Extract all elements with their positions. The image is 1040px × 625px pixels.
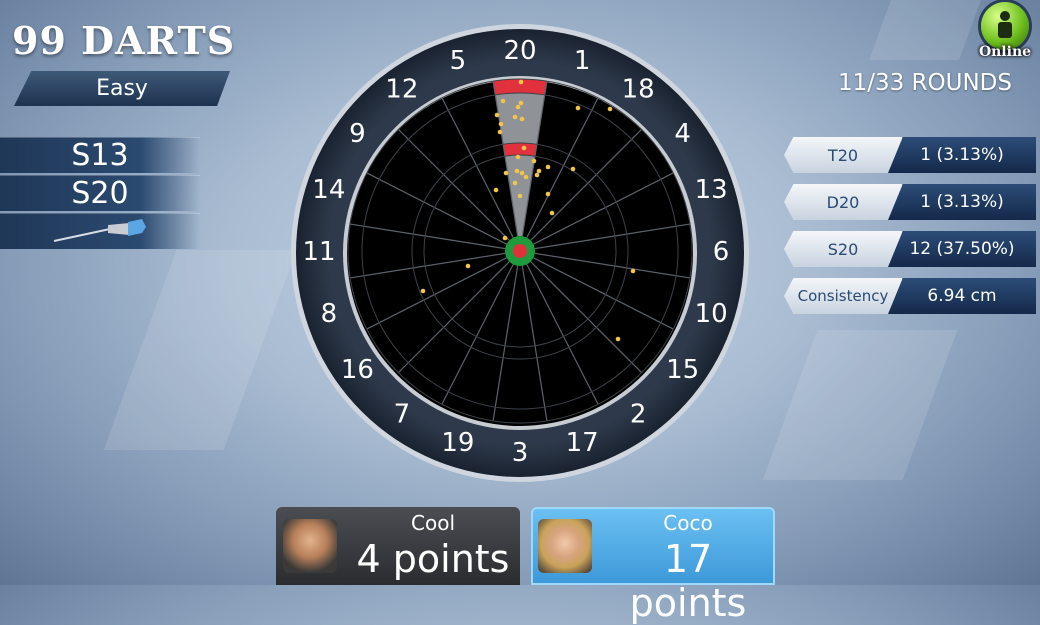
dart-hit-marker — [494, 112, 500, 118]
dart-hit-marker — [502, 235, 508, 241]
throw-slot-1: S13 — [0, 137, 200, 173]
board-number-20: 20 — [503, 36, 536, 66]
dart-hit-marker — [570, 166, 576, 172]
board-number-19: 19 — [441, 428, 474, 458]
bullseye — [513, 244, 527, 258]
stat-row-s20: S20 12 (37.50%) — [784, 231, 1036, 267]
stat-value: 1 (3.13%) — [888, 184, 1036, 220]
dart-hit-marker — [545, 191, 551, 197]
board-number-12: 12 — [385, 74, 418, 104]
dart-hit-marker — [518, 100, 524, 106]
dart-hit-marker — [523, 174, 529, 180]
board-number-4: 4 — [674, 119, 691, 149]
player-name: Coco — [663, 511, 713, 535]
dart-icon — [53, 218, 146, 242]
background-shape — [869, 0, 981, 60]
stat-label: S20 — [784, 231, 902, 267]
dart-hit-marker — [517, 193, 523, 199]
board-number-6: 6 — [713, 237, 730, 267]
board-number-18: 18 — [622, 74, 655, 104]
dart-hit-marker — [515, 104, 521, 110]
player-card-coco: Coco 17 points — [531, 507, 775, 625]
dart-hit-marker — [420, 288, 426, 294]
online-button[interactable]: Online — [976, 2, 1034, 60]
online-label: Online — [978, 44, 1032, 60]
dart-hit-marker — [465, 263, 471, 269]
avatar — [283, 519, 337, 573]
board-number-2: 2 — [630, 400, 647, 430]
online-globe-icon — [981, 2, 1029, 50]
difficulty-label: Easy — [14, 71, 230, 106]
stat-row-t20: T20 1 (3.13%) — [784, 137, 1036, 173]
stat-value: 6.94 cm — [888, 278, 1036, 314]
rounds-counter: 11/33 ROUNDS — [837, 70, 1012, 96]
dart-hit-marker — [607, 106, 613, 112]
stat-label: T20 — [784, 137, 902, 173]
dart-hit-marker — [512, 114, 518, 120]
board-number-9: 9 — [349, 119, 366, 149]
dart-hit-marker — [521, 145, 527, 151]
dart-hit-marker — [514, 168, 520, 174]
dart-hit-marker — [512, 180, 518, 186]
board-number-17: 17 — [566, 428, 599, 458]
dart-hit-marker — [531, 158, 537, 164]
board-number-14: 14 — [312, 175, 345, 205]
stat-value: 12 (37.50%) — [888, 231, 1036, 267]
board-number-8: 8 — [321, 299, 338, 329]
dartboard[interactable]: 20 1 18 4 13 6 10 15 2 17 3 19 7 16 8 11 14 9 12 5 — [290, 23, 750, 487]
dart-hit-marker — [518, 79, 524, 85]
dart-hit-marker — [545, 164, 551, 170]
dart-hit-marker — [493, 187, 499, 193]
board-number-5: 5 — [450, 46, 467, 76]
board-number-7: 7 — [394, 400, 411, 430]
stat-label: Consistency — [784, 278, 902, 314]
throw-slot-3 — [0, 213, 200, 249]
dart-hit-marker — [497, 129, 503, 135]
background-shape — [762, 330, 958, 480]
stat-row-consistency: Consistency 6.94 cm — [784, 278, 1036, 314]
stat-label: D20 — [784, 184, 902, 220]
dart-hit-marker — [500, 98, 506, 104]
board-number-11: 11 — [302, 237, 335, 267]
dart-hit-marker — [503, 170, 509, 176]
dart-hit-marker — [519, 170, 525, 176]
board-number-1: 1 — [574, 46, 591, 76]
dart-hit-marker — [536, 168, 542, 174]
board-number-15: 15 — [666, 355, 699, 385]
dart-hit-marker — [534, 172, 540, 178]
dart-hit-marker — [515, 154, 521, 160]
avatar — [538, 519, 592, 573]
player-score: 4 points — [356, 537, 510, 581]
dart-hit-marker — [549, 210, 555, 216]
dart-hit-marker — [615, 336, 621, 342]
player-name: Cool — [411, 511, 455, 535]
background-shape — [103, 250, 297, 450]
dart-hit-marker — [630, 268, 636, 274]
board-number-16: 16 — [341, 355, 374, 385]
stat-value: 1 (3.13%) — [888, 137, 1036, 173]
triple-20 — [503, 143, 537, 157]
board-number-13: 13 — [695, 175, 728, 205]
stat-row-d20: D20 1 (3.13%) — [784, 184, 1036, 220]
board-number-3: 3 — [512, 438, 529, 468]
player-card-cool: Cool 4 points — [276, 507, 520, 585]
dart-hit-marker — [498, 121, 504, 127]
game-title: 99 DARTS — [12, 18, 236, 63]
board-number-10: 10 — [695, 299, 728, 329]
throw-slot-2: S20 — [0, 175, 200, 211]
dart-hit-marker — [575, 105, 581, 111]
dart-hit-marker — [519, 116, 525, 122]
player-score: 17 points — [629, 537, 747, 625]
